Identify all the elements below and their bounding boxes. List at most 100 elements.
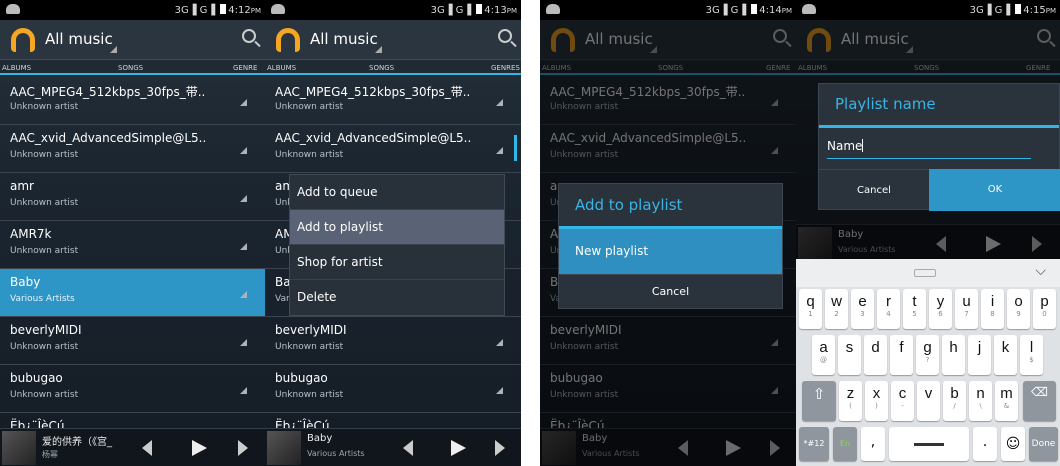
chevron-down-icon[interactable]: ⌵ xyxy=(1035,263,1046,279)
search-icon[interactable] xyxy=(498,29,512,43)
context-menu-icon[interactable] xyxy=(240,243,247,250)
tab-songs[interactable]: SONGS xyxy=(118,64,143,72)
symbols-key[interactable]: *#12 xyxy=(799,427,829,461)
key-b[interactable]: b / xyxy=(943,381,966,421)
key-q[interactable]: q1 xyxy=(799,289,822,329)
library-spinner[interactable]: All music xyxy=(310,30,378,48)
context-menu-icon[interactable] xyxy=(240,147,247,154)
library-spinner[interactable]: All music xyxy=(45,30,113,48)
context-menu-icon[interactable] xyxy=(496,339,503,346)
song-row[interactable]: beverlyMIDIUnknown artist xyxy=(0,317,265,365)
song-row[interactable]: AMR7kUnknown artist xyxy=(0,221,265,269)
cancel-button[interactable]: Cancel xyxy=(819,169,929,211)
ok-button[interactable]: OK xyxy=(929,169,1060,211)
tab-albums[interactable]: ALBUMS xyxy=(267,64,296,72)
context-menu-icon[interactable] xyxy=(240,387,247,394)
now-playing-artist: Various Artists xyxy=(307,449,365,458)
notification-icon xyxy=(546,4,560,14)
tab-songs[interactable]: SONGS xyxy=(369,64,394,72)
new-playlist-item[interactable]: New playlist xyxy=(559,229,782,274)
key-x[interactable]: x) xyxy=(865,381,888,421)
song-row[interactable]: amrUnknown artist xyxy=(0,173,265,221)
context-menu-icon[interactable] xyxy=(240,339,247,346)
key-k[interactable]: k xyxy=(994,335,1017,375)
play-icon[interactable] xyxy=(192,440,207,456)
backspace-key[interactable]: ⌫ xyxy=(1023,381,1056,421)
key-f[interactable]: f xyxy=(890,335,913,375)
menu-add-to-playlist[interactable]: Add to playlist xyxy=(290,210,504,245)
key-v[interactable]: v xyxy=(917,381,940,421)
keyboard-icon[interactable] xyxy=(914,269,936,277)
key-t[interactable]: t5 xyxy=(903,289,926,329)
key-p[interactable]: p0 xyxy=(1033,289,1056,329)
done-key[interactable]: Done xyxy=(1029,427,1058,461)
period-key[interactable]: . xyxy=(973,427,997,461)
context-menu-icon[interactable] xyxy=(496,147,503,154)
tab-albums[interactable]: ALBUMS xyxy=(2,64,31,72)
key-a[interactable]: a @ xyxy=(812,335,835,375)
fast-scroll-thumb[interactable] xyxy=(514,135,517,161)
search-icon[interactable] xyxy=(242,29,256,43)
context-menu-icon[interactable] xyxy=(240,99,247,106)
previous-icon[interactable] xyxy=(142,440,152,456)
key-g[interactable]: g? xyxy=(916,335,939,375)
shift-key[interactable]: ⇧ xyxy=(802,381,836,421)
key-u[interactable]: u7 xyxy=(955,289,978,329)
song-row[interactable]: AAC_xvid_AdvancedSimple@L5..Unknown arti… xyxy=(0,125,265,173)
screen-playlist-name: 3G▐ G▐ 4:15PM All music ALBUMS SONGS GEN… xyxy=(796,0,1060,466)
song-row[interactable]: AAC_MPEG4_512kbps_30fps_带..Unknown artis… xyxy=(265,77,521,125)
next-icon[interactable] xyxy=(238,440,248,456)
key-m[interactable]: m & xyxy=(995,381,1018,421)
key-hint: / xyxy=(953,402,956,410)
space-key[interactable] xyxy=(889,427,969,461)
key-label: o xyxy=(1014,293,1023,310)
context-menu-icon[interactable] xyxy=(496,387,503,394)
key-s[interactable]: s xyxy=(838,335,861,375)
keyboard-top-bar: ⌵ xyxy=(796,259,1060,287)
key-n[interactable]: n \ xyxy=(969,381,992,421)
cancel-button[interactable]: Cancel xyxy=(559,274,782,308)
key-label: b xyxy=(950,385,959,402)
now-playing-bar[interactable]: Baby Various Artists xyxy=(265,428,521,466)
song-row[interactable]: bubugaoUnknown artist xyxy=(265,365,521,413)
menu-shop-for-artist[interactable]: Shop for artist xyxy=(290,245,504,280)
emoji-key[interactable]: ☺ xyxy=(1001,427,1025,461)
song-row[interactable]: AAC_MPEG4_512kbps_30fps_带..Unknown artis… xyxy=(0,77,265,125)
next-icon[interactable] xyxy=(495,440,505,456)
notification-icon xyxy=(6,4,20,14)
comma-key[interactable]: , xyxy=(861,427,885,461)
key-hint: \ xyxy=(979,402,982,410)
key-i[interactable]: i8 xyxy=(981,289,1004,329)
tab-genres[interactable]: GENRE xyxy=(233,64,257,72)
menu-add-to-queue[interactable]: Add to queue xyxy=(290,175,504,210)
key-z[interactable]: z( xyxy=(839,381,862,421)
song-row-selected[interactable]: Baby Various Artists xyxy=(0,269,265,317)
key-e[interactable]: e3 xyxy=(851,289,874,329)
key-c[interactable]: c- xyxy=(891,381,914,421)
menu-delete[interactable]: Delete xyxy=(290,280,504,315)
key-r[interactable]: r4 xyxy=(877,289,900,329)
playlist-name-input[interactable]: Name xyxy=(827,139,1031,159)
keyboard-row-4: *#12 En , . ☺ Done xyxy=(796,427,1060,466)
key-d[interactable]: d xyxy=(864,335,887,375)
key-y[interactable]: y6 xyxy=(929,289,952,329)
key-hint: 8 xyxy=(990,310,995,318)
play-icon[interactable] xyxy=(451,440,466,456)
key-w[interactable]: w2 xyxy=(825,289,848,329)
key-j[interactable]: j xyxy=(968,335,991,375)
previous-icon[interactable] xyxy=(403,440,413,456)
now-playing-bar[interactable]: 爱的供养（《宫_ 杨幂 xyxy=(0,428,265,466)
song-row[interactable]: beverlyMIDIUnknown artist xyxy=(265,317,521,365)
language-key[interactable]: En xyxy=(833,427,857,461)
key-h[interactable]: h xyxy=(942,335,965,375)
context-menu-icon[interactable] xyxy=(240,195,247,202)
context-menu-icon[interactable] xyxy=(240,291,247,298)
key-o[interactable]: o9 xyxy=(1007,289,1030,329)
song-row[interactable]: bubugaoUnknown artist xyxy=(0,365,265,413)
tab-genres[interactable]: GENRES xyxy=(491,64,520,72)
key-hint: 0 xyxy=(1042,310,1047,318)
key-l[interactable]: l $ xyxy=(1020,335,1043,375)
song-row[interactable]: AAC_xvid_AdvancedSimple@L5..Unknown arti… xyxy=(265,125,521,173)
context-menu-icon[interactable] xyxy=(496,99,503,106)
clock: 4:13 xyxy=(484,5,507,16)
